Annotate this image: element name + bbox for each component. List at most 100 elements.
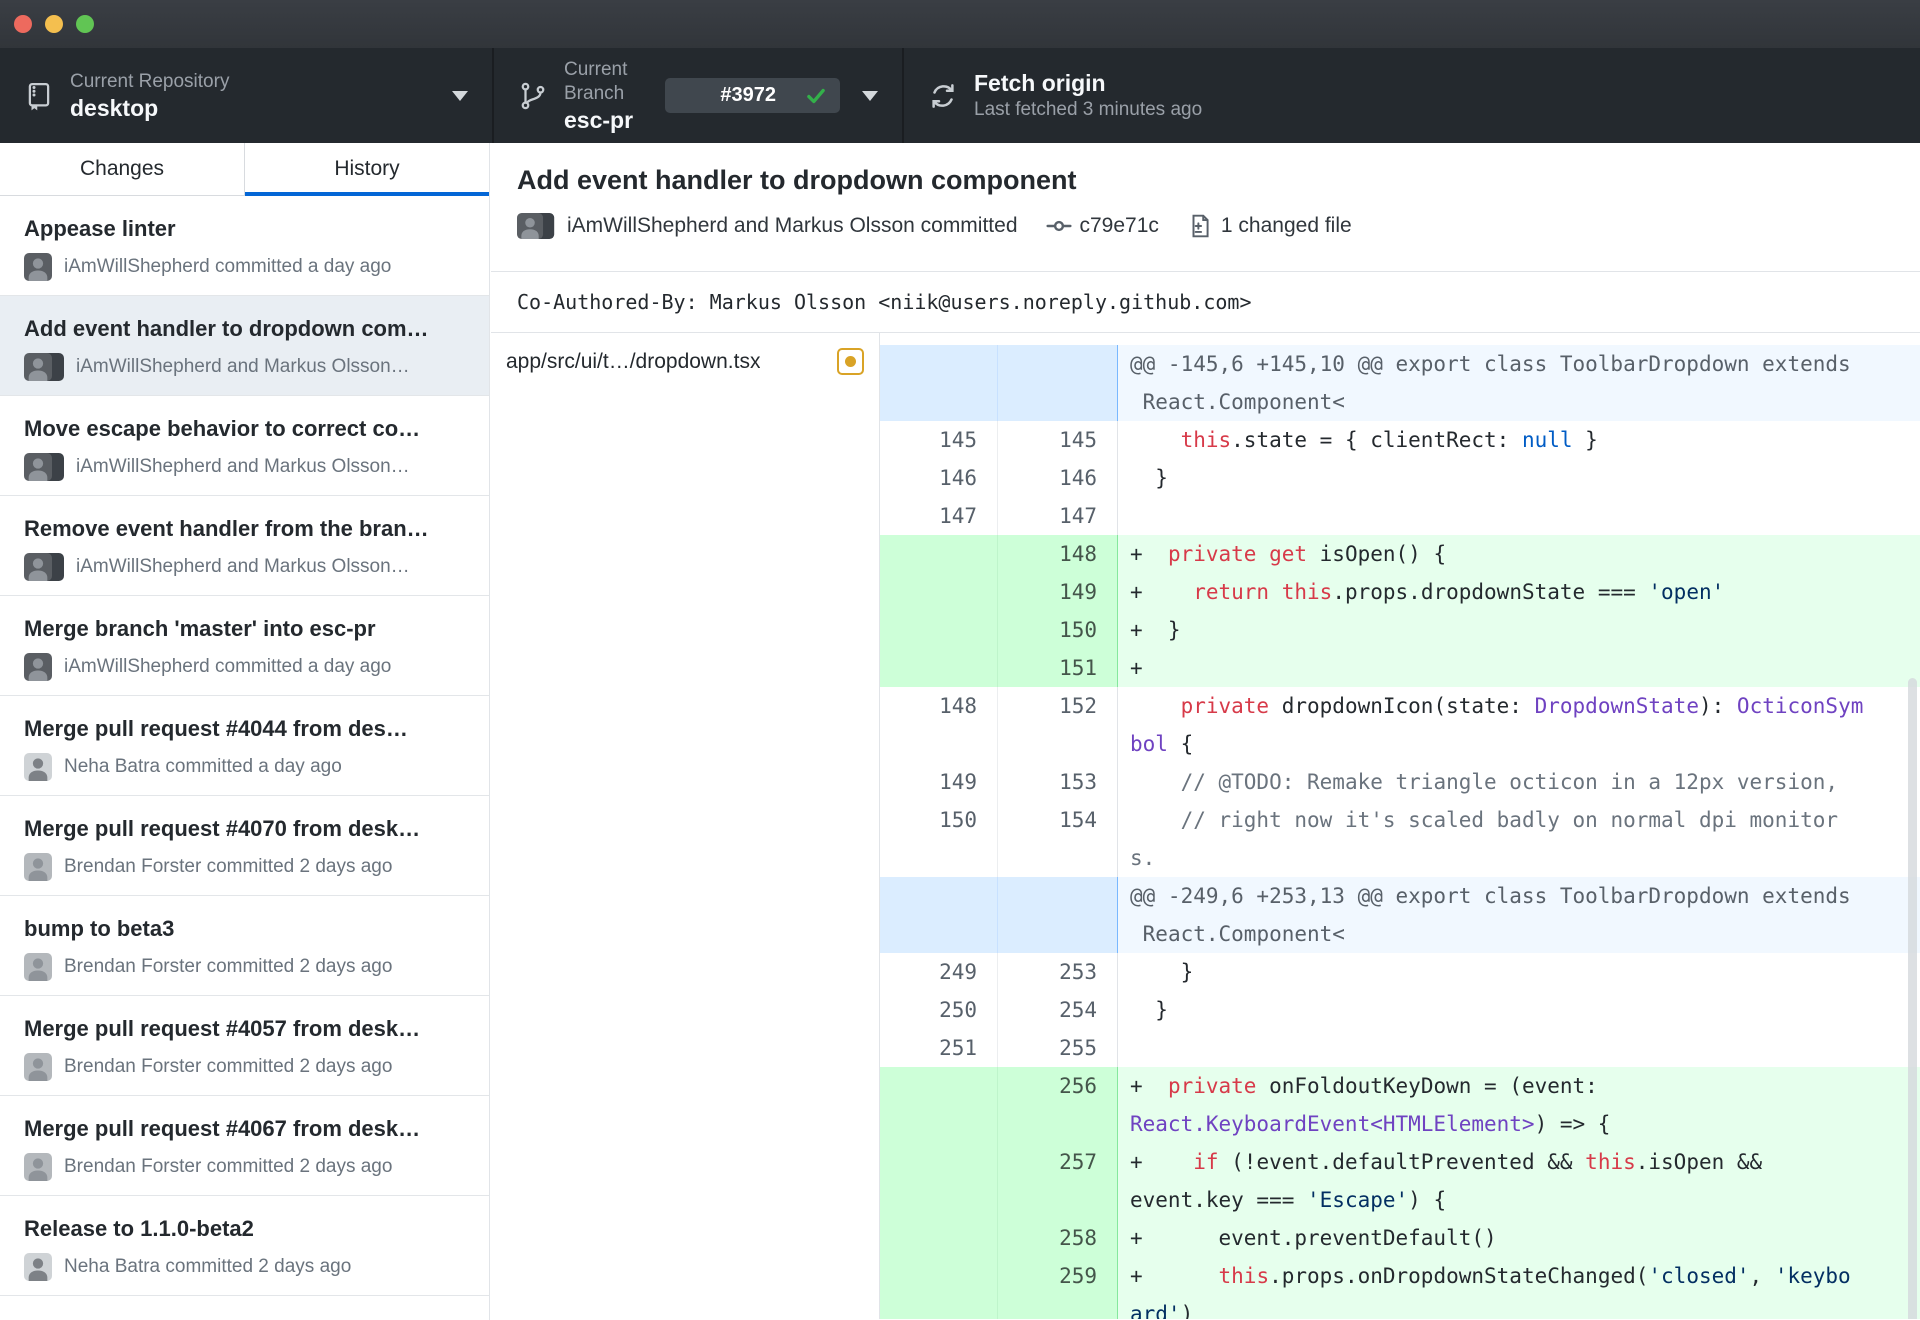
tab-history[interactable]: History <box>244 143 489 196</box>
code-token: 'Escape' <box>1307 1188 1409 1212</box>
diff-scrollbar[interactable] <box>1908 678 1917 1319</box>
commit-item-meta: Brendan Forster committed 2 days ago <box>24 1153 465 1181</box>
diff-old-line-number <box>880 649 998 687</box>
code-token: ) => { <box>1534 1112 1611 1136</box>
commit-sha[interactable]: c79e71c <box>1080 214 1159 238</box>
commit-item-title: Merge pull request #4052 from… <box>24 1316 465 1320</box>
diff-old-line-number: 146 <box>880 459 998 497</box>
app-window: Current Repository desktop Current Branc… <box>0 0 1920 1320</box>
diff-old-line-number: 250 <box>880 991 998 1029</box>
current-branch-button[interactable]: Current Branch esc-pr #3972 <box>492 48 902 143</box>
commit-item-meta: iAmWillShepherd committed a day ago <box>24 653 465 681</box>
commit-item-title: Merge pull request #4070 from desk… <box>24 816 421 841</box>
commit-list-item[interactable]: Release to 1.1.0-beta2 Neha Batra commit… <box>0 1196 489 1296</box>
diff-row: 249 253 } <box>880 953 1920 991</box>
diff-pane: @@ -145,6 +145,10 @@ export class Toolba… <box>880 333 1920 1319</box>
commit-list-item[interactable]: Remove event handler from the bran… iAmW… <box>0 496 489 596</box>
current-repository-button[interactable]: Current Repository desktop <box>0 48 492 143</box>
commit-list-item[interactable]: Merge pull request #4070 from desk… Bren… <box>0 796 489 896</box>
code-token: } <box>1130 998 1168 1022</box>
code-token: this <box>1180 428 1232 452</box>
diff-new-line-number: 146 <box>998 459 1118 497</box>
pr-status-badge[interactable]: #3972 <box>665 78 840 113</box>
commit-item-meta-text: iAmWillShepherd and Markus Olsson… <box>76 456 410 477</box>
commit-list-item[interactable]: Merge pull request #4057 from desk… Bren… <box>0 996 489 1096</box>
code-token: + event.preventDefault() <box>1130 1226 1497 1250</box>
code-token: + <box>1130 1074 1168 1098</box>
avatar <box>24 1153 52 1181</box>
current-branch-label: Current Branch <box>564 58 628 104</box>
code-token: (!event.defaultPrevented && <box>1218 1150 1586 1174</box>
commit-list-item[interactable]: Merge branch 'master' into esc-pr iAmWil… <box>0 596 489 696</box>
diff-old-line-number: 150 <box>880 801 998 877</box>
diff-old-line-number <box>880 1257 998 1319</box>
fetch-origin-button[interactable]: Fetch origin Last fetched 3 minutes ago <box>902 48 1405 143</box>
avatar <box>24 1053 52 1081</box>
diff-code-line: // @TODO: Remake triangle octicon in a 1… <box>1117 763 1920 801</box>
diff-row: 259 + this.props.onDropdownStateChanged(… <box>880 1257 1920 1319</box>
history-sidebar: Changes History Appease linter iAmWillSh… <box>0 143 490 1320</box>
commit-item-meta-text: Neha Batra committed 2 days ago <box>64 1256 352 1277</box>
code-token: , <box>1749 1264 1775 1288</box>
avatar <box>24 853 52 881</box>
tab-changes[interactable]: Changes <box>0 143 244 195</box>
commit-list-item[interactable]: Add event handler to dropdown com… iAmWi… <box>0 296 489 396</box>
code-token: this <box>1281 580 1333 604</box>
commit-item-title: Add event handler to dropdown com… <box>24 316 429 341</box>
commit-list-item[interactable]: Merge pull request #4052 from… <box>0 1296 489 1320</box>
diff-code-line: + } <box>1117 611 1920 649</box>
diff-row: @@ -249,6 +253,13 @@ export class Toolba… <box>880 877 1920 953</box>
commit-item-meta: Brendan Forster committed 2 days ago <box>24 1053 465 1081</box>
commit-title: Add event handler to dropdown component <box>517 165 1077 195</box>
avatar <box>24 953 52 981</box>
changed-files-count: 1 changed file <box>1220 214 1352 237</box>
code-token: + <box>1130 542 1168 566</box>
current-repository-label: Current Repository <box>70 70 230 92</box>
current-branch-value: esc-pr <box>564 106 634 133</box>
zoom-window-icon[interactable] <box>76 15 94 33</box>
changed-files-panel: app/src/ui/t…/dropdown.tsx <box>491 333 880 1319</box>
commit-item-title: Merge pull request #4044 from des… <box>24 716 408 741</box>
git-branch-icon <box>521 82 545 109</box>
diff-new-line-number: 149 <box>998 573 1118 611</box>
diff-row: 146 146 } <box>880 459 1920 497</box>
commit-list-item[interactable]: Move escape behavior to correct co… iAmW… <box>0 396 489 496</box>
minimize-window-icon[interactable] <box>45 15 63 33</box>
diff-row: 258 + event.preventDefault() <box>880 1219 1920 1257</box>
diff-row: 150 + } <box>880 611 1920 649</box>
commit-item-meta-text: Brendan Forster committed 2 days ago <box>64 956 393 977</box>
diff-old-line-number <box>880 877 998 953</box>
diff-code-line <box>1117 1029 1920 1067</box>
commit-item-meta-text: Brendan Forster committed 2 days ago <box>64 1156 393 1177</box>
commit-list-item[interactable]: Merge pull request #4067 from desk… Bren… <box>0 1096 489 1196</box>
commit-item-meta-text: Neha Batra committed a day ago <box>64 756 342 777</box>
commit-item-title: Remove event handler from the bran… <box>24 516 429 541</box>
commit-item-meta: iAmWillShepherd committed a day ago <box>24 253 465 281</box>
commit-item-meta: iAmWillShepherd and Markus Olsson… <box>24 553 465 581</box>
code-token: this <box>1585 1150 1636 1174</box>
commit-list-item[interactable]: bump to beta3 Brendan Forster committed … <box>0 896 489 996</box>
diff-old-line-number <box>880 611 998 649</box>
commit-list-item[interactable]: Appease linter iAmWillShepherd committed… <box>0 196 489 296</box>
diff-new-line-number: 255 <box>998 1029 1118 1067</box>
code-token: .state = { clientRect: <box>1231 428 1522 452</box>
commit-item-title: Appease linter <box>24 216 176 241</box>
code-token: // @TODO: Remake triangle octicon in a 1… <box>1180 770 1839 794</box>
commit-list-item[interactable]: Merge pull request #4044 from des… Neha … <box>0 696 489 796</box>
code-token: React.KeyboardEvent<HTMLElement> <box>1130 1112 1535 1136</box>
file-list-item[interactable]: app/src/ui/t…/dropdown.tsx <box>491 333 879 390</box>
diff-new-line-number: 257 <box>998 1143 1118 1219</box>
close-window-icon[interactable] <box>14 15 32 33</box>
code-token: { <box>1167 732 1194 756</box>
code-token: } <box>1130 960 1194 984</box>
diff-code-line: } <box>1117 459 1920 497</box>
code-token: // right now it's scaled badly on normal… <box>1130 808 1839 870</box>
diff-new-line-number: 154 <box>998 801 1118 877</box>
diff-new-line-number: 259 <box>998 1257 1118 1319</box>
diff-new-line-number: 151 <box>998 649 1118 687</box>
commit-item-meta-text: iAmWillShepherd and Markus Olsson… <box>76 356 410 377</box>
diff-old-line-number: 249 <box>880 953 998 991</box>
git-commit-icon <box>1045 220 1072 232</box>
